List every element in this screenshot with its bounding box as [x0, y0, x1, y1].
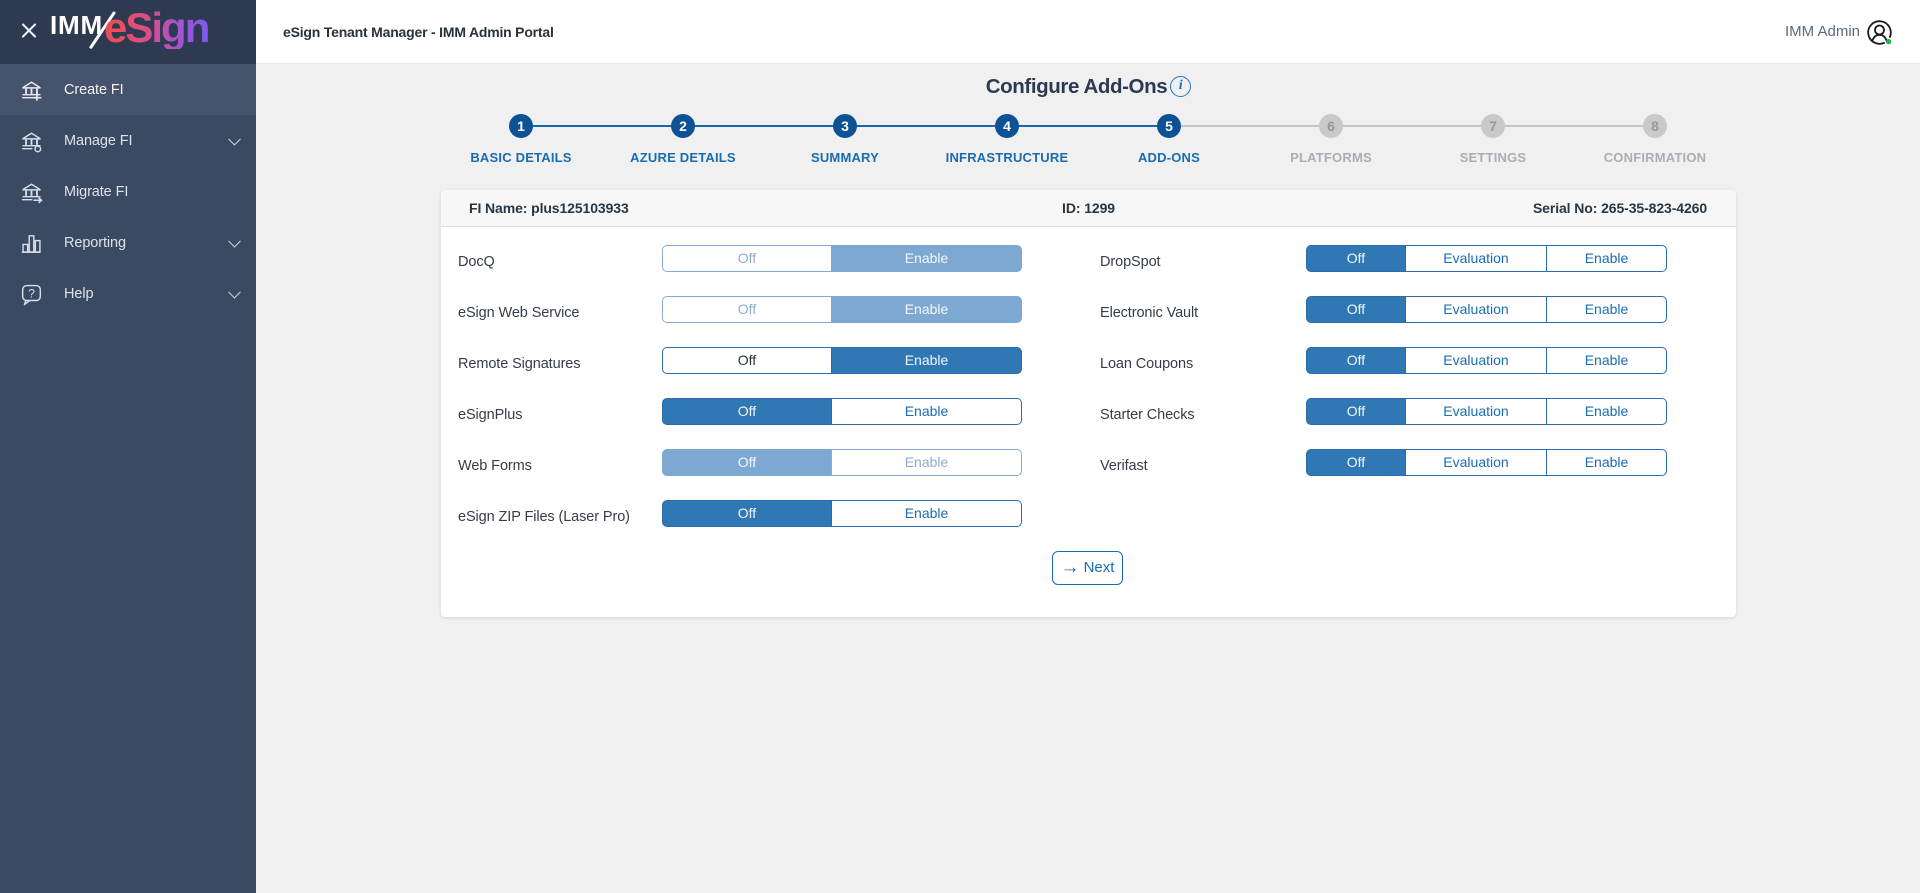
svg-text:?: ?	[28, 286, 35, 300]
